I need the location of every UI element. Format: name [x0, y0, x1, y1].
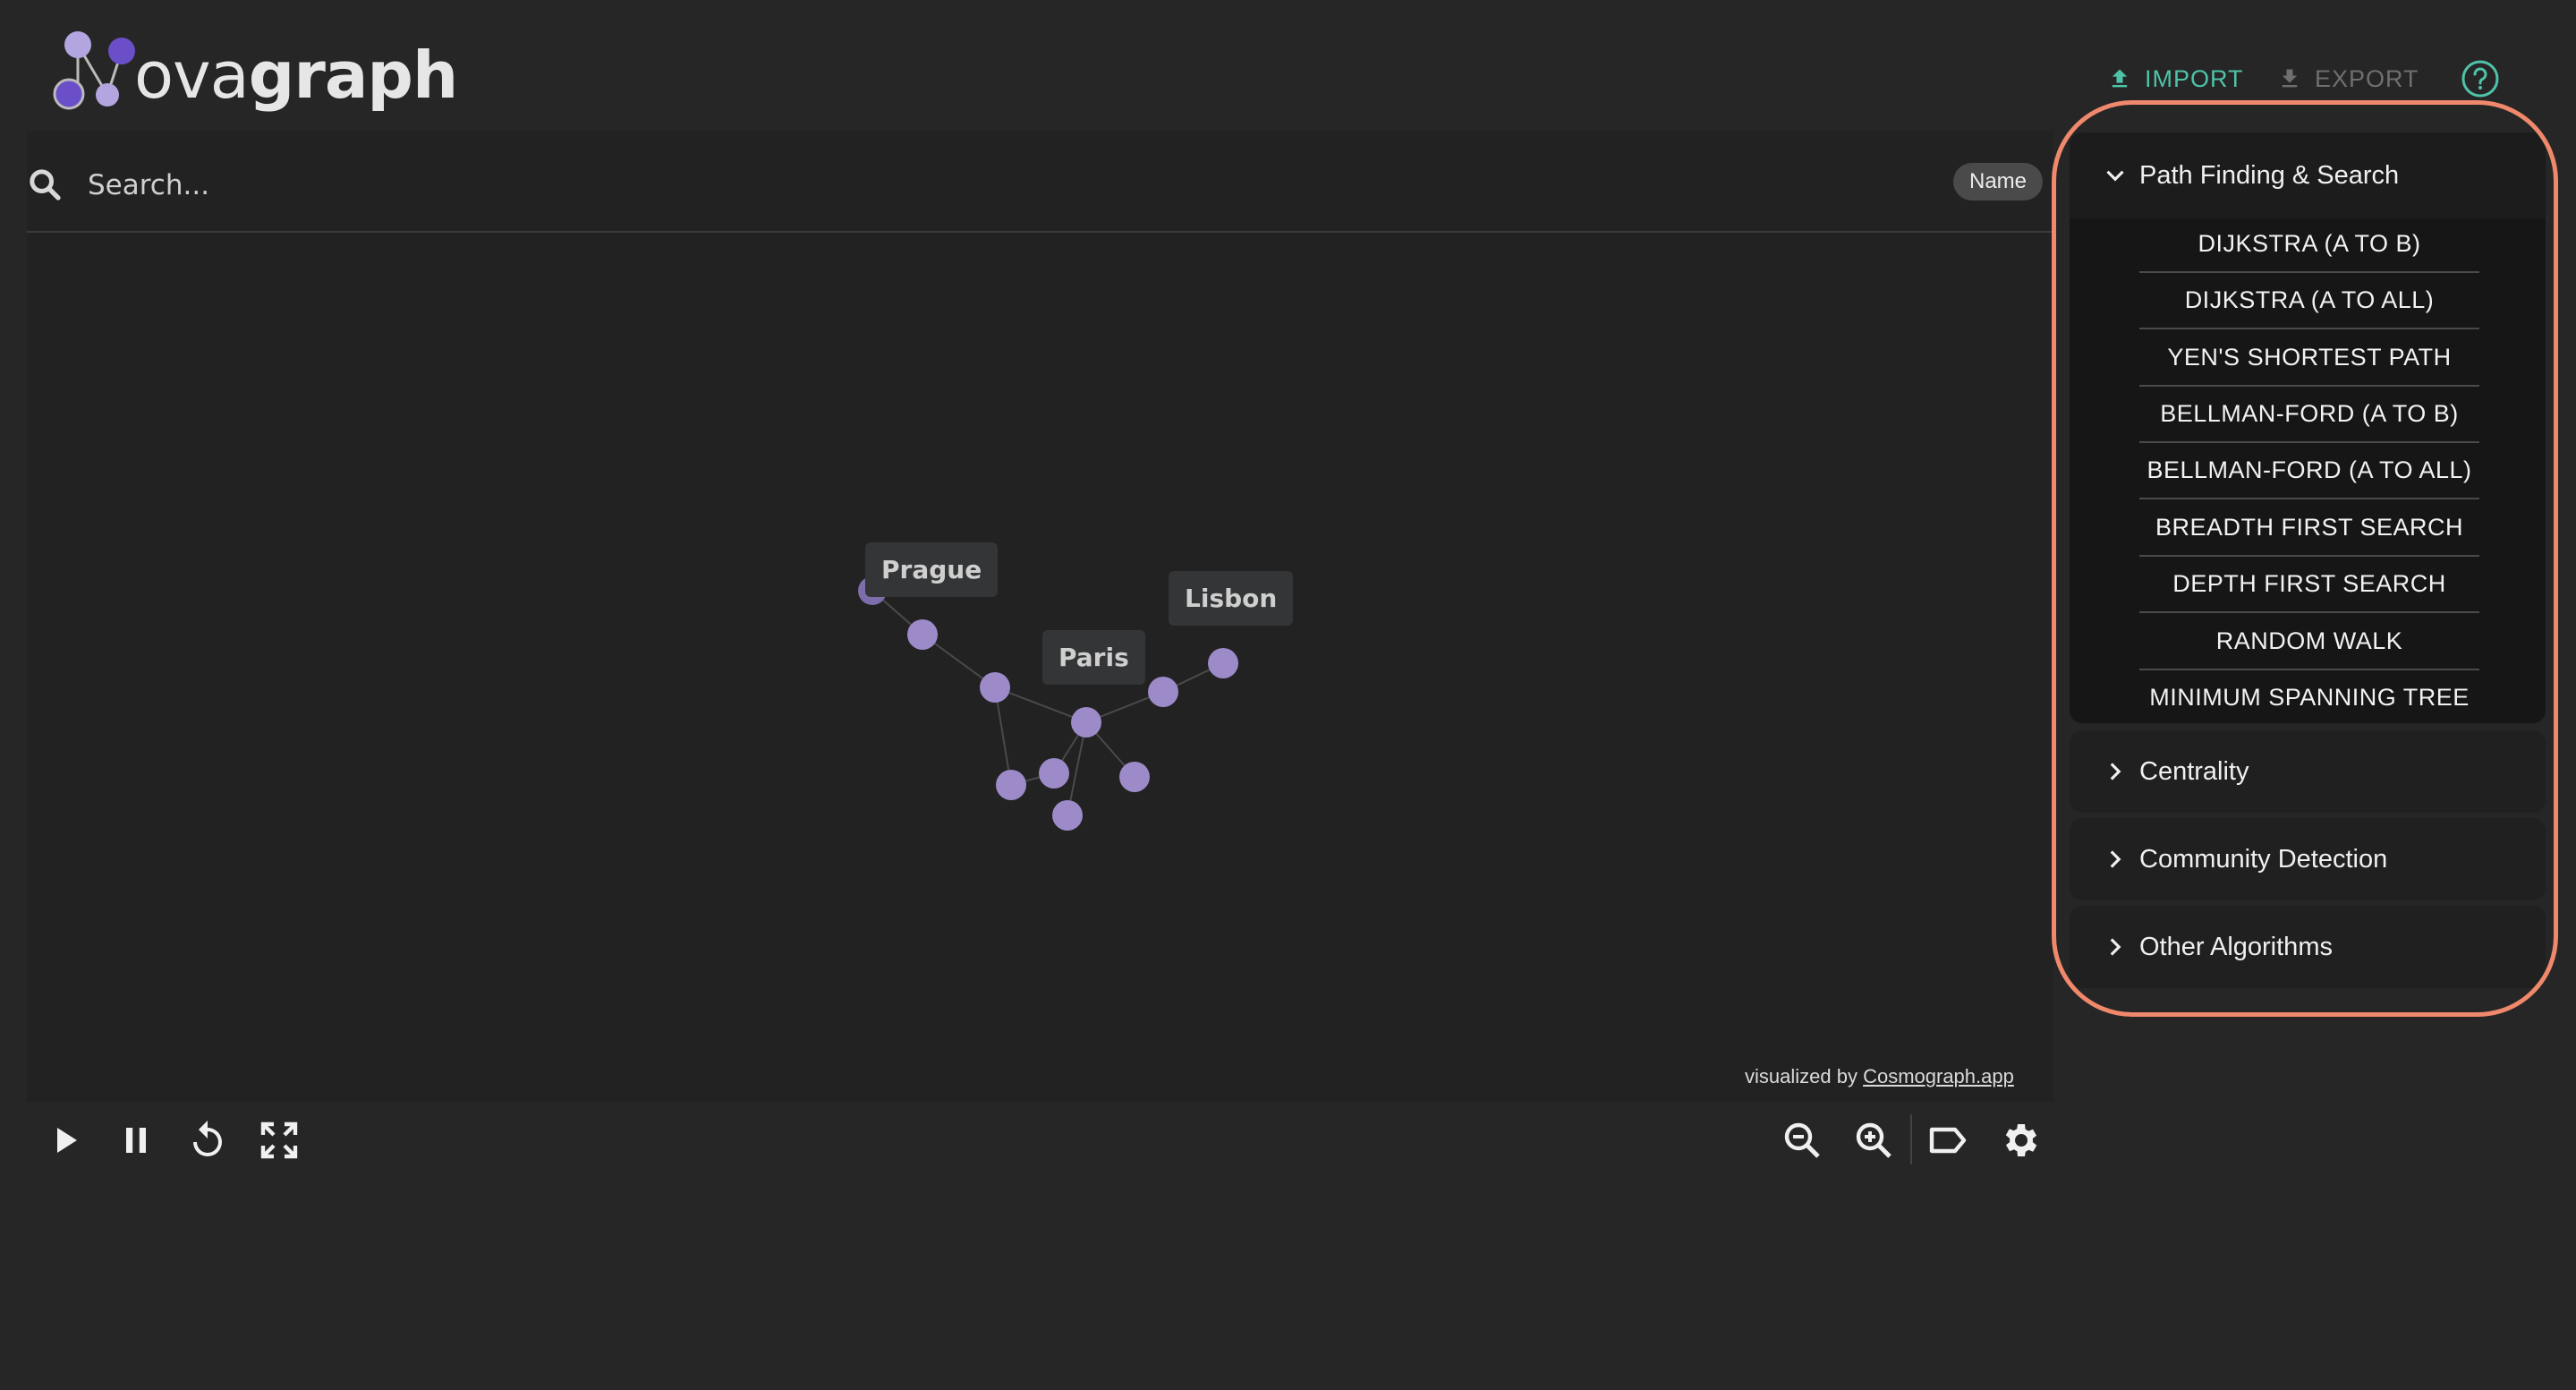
restart-icon[interactable] — [186, 1119, 229, 1162]
graph-node[interactable] — [980, 672, 1010, 703]
algo-yens-shortest-path[interactable]: YEN'S SHORTEST PATH — [2139, 329, 2479, 387]
section-community-detection: Community Detection — [2070, 818, 2546, 900]
algo-bellman-ford-a-to-b[interactable]: BELLMAN-FORD (A TO B) — [2139, 386, 2479, 443]
graph-node[interactable] — [1148, 677, 1178, 707]
graph-canvas[interactable] — [27, 233, 2053, 1092]
upload-icon — [2112, 69, 2128, 88]
visualization-credit: visualized by Cosmograph.app — [1745, 1065, 2014, 1088]
help-icon[interactable] — [2461, 59, 2500, 98]
search-field-chip[interactable]: Name — [1953, 163, 2044, 200]
graph-node[interactable] — [996, 770, 1026, 800]
chevron-down-icon — [2106, 170, 2124, 182]
algo-breadth-first-search[interactable]: BREADTH FIRST SEARCH — [2139, 499, 2479, 557]
import-button[interactable]: IMPORT — [2107, 61, 2244, 97]
algo-depth-first-search[interactable]: DEPTH FIRST SEARCH — [2139, 556, 2479, 613]
logo-text-bold: graph — [248, 38, 458, 113]
section-header-centrality[interactable]: Centrality — [2070, 730, 2546, 813]
algo-random-walk[interactable]: RANDOM WALK — [2139, 613, 2479, 670]
play-icon[interactable] — [45, 1119, 88, 1162]
search-bar: Name — [27, 158, 2053, 233]
graph-node[interactable] — [1119, 762, 1150, 792]
chevron-right-icon — [2110, 763, 2121, 780]
algo-dijkstra-a-to-b[interactable]: DIJKSTRA (A TO B) — [2139, 216, 2479, 273]
section-header-community-detection[interactable]: Community Detection — [2070, 818, 2546, 900]
section-title: Community Detection — [2139, 844, 2388, 874]
zoom-out-icon[interactable] — [1781, 1119, 1824, 1162]
export-button[interactable]: EXPORT — [2277, 61, 2419, 97]
export-label: EXPORT — [2315, 64, 2419, 92]
cosmograph-link[interactable]: Cosmograph.app — [1863, 1065, 2014, 1087]
section-title: Path Finding & Search — [2139, 160, 2400, 190]
label-icon[interactable] — [1926, 1119, 1969, 1162]
graph-node[interactable] — [1208, 648, 1238, 678]
app-logo-text: ovagraph — [134, 38, 458, 113]
graph-node[interactable] — [1039, 758, 1069, 789]
graph-node[interactable] — [1052, 800, 1083, 831]
chevron-right-icon — [2110, 850, 2121, 868]
section-centrality: Centrality — [2070, 730, 2546, 813]
search-icon — [30, 169, 61, 200]
section-header-path-finding[interactable]: Path Finding & Search — [2070, 132, 2546, 218]
chevron-right-icon — [2110, 938, 2121, 956]
algorithms-panel: Path Finding & Search DIJKSTRA (A TO B) … — [2070, 132, 2546, 992]
algo-bellman-ford-a-to-all[interactable]: BELLMAN-FORD (A TO ALL) — [2139, 442, 2479, 499]
node-label-paris: Paris — [1042, 630, 1145, 685]
graph-node[interactable] — [1071, 707, 1101, 738]
import-label: IMPORT — [2145, 64, 2244, 92]
toolbar-divider — [1910, 1114, 1912, 1164]
fit-view-icon[interactable] — [258, 1119, 301, 1162]
zoom-in-icon[interactable] — [1852, 1119, 1895, 1162]
algo-minimum-spanning-tree[interactable]: MINIMUM SPANNING TREE — [2139, 669, 2479, 725]
section-path-finding: Path Finding & Search DIJKSTRA (A TO B) … — [2070, 132, 2546, 723]
section-title: Other Algorithms — [2139, 932, 2333, 961]
algo-dijkstra-a-to-all[interactable]: DIJKSTRA (A TO ALL) — [2139, 272, 2479, 329]
pause-icon[interactable] — [115, 1119, 157, 1162]
download-icon — [2282, 69, 2298, 88]
node-label-lisbon: Lisbon — [1169, 571, 1294, 626]
search-input[interactable] — [86, 161, 1790, 209]
node-label-prague: Prague — [865, 542, 999, 597]
logo-text-light: ova — [134, 38, 250, 113]
settings-icon[interactable] — [1998, 1119, 2041, 1162]
section-header-other-algorithms[interactable]: Other Algorithms — [2070, 906, 2546, 988]
section-other-algorithms: Other Algorithms — [2070, 906, 2546, 988]
credit-prefix: visualized by — [1745, 1065, 1864, 1087]
graph-node[interactable] — [907, 619, 938, 650]
section-title: Centrality — [2139, 756, 2249, 786]
